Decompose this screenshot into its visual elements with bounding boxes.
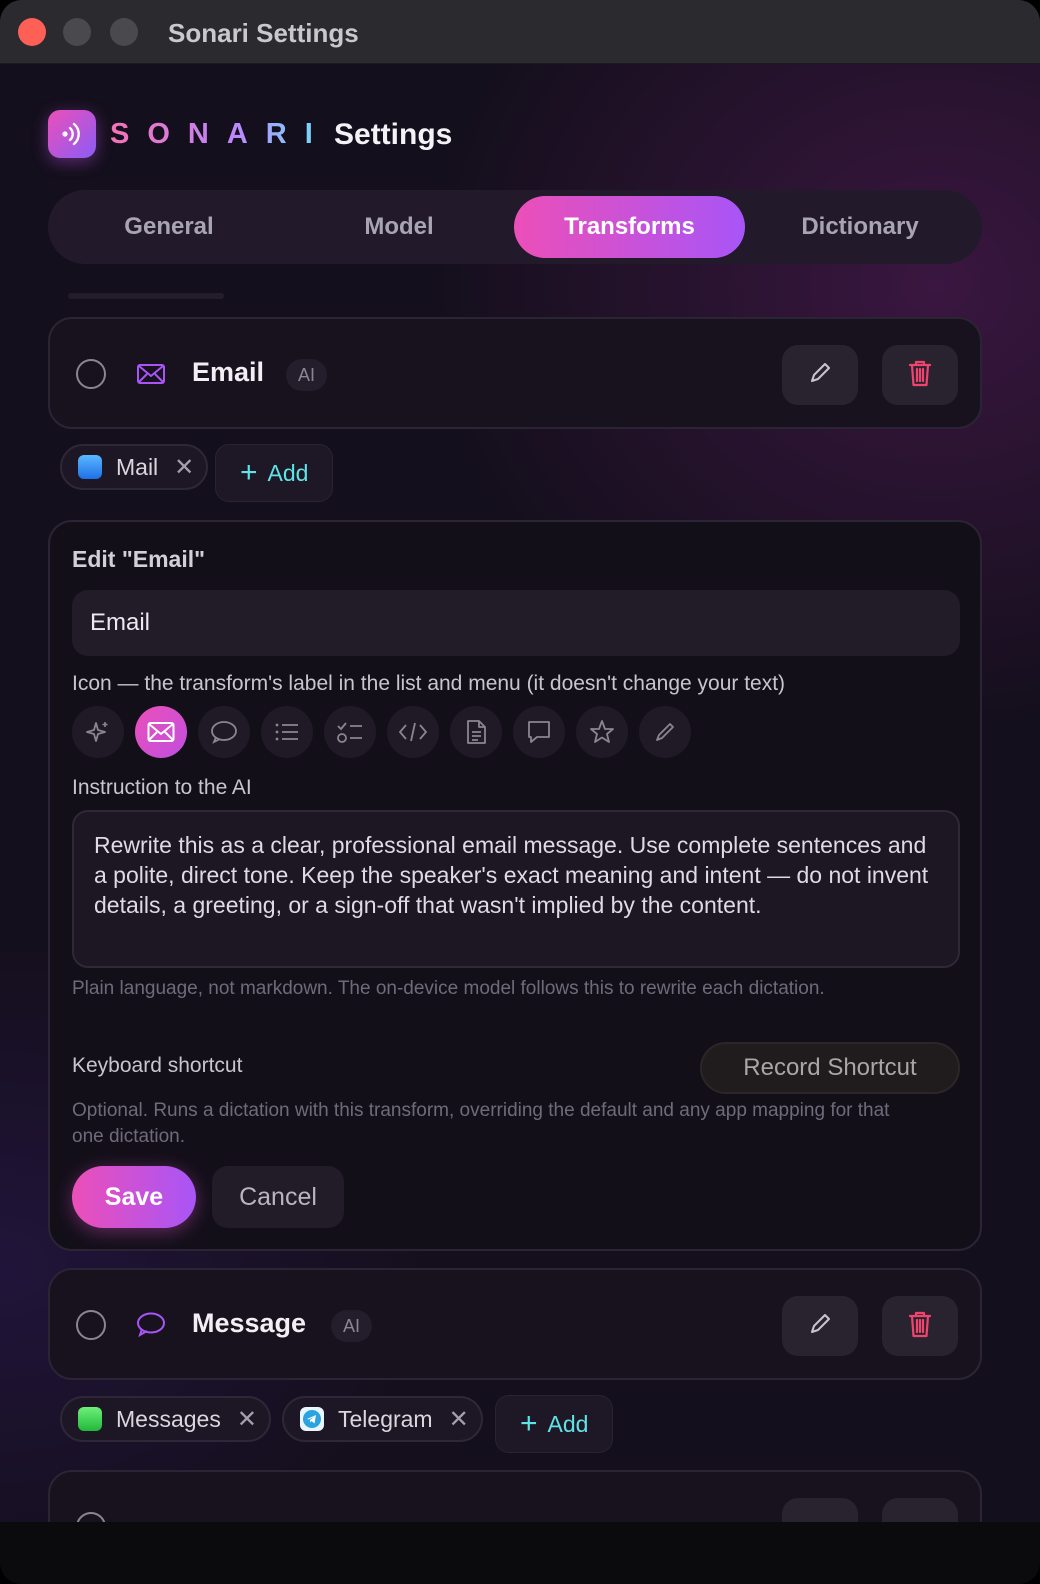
pencil-icon[interactable] — [639, 706, 691, 758]
window-title: Sonari Settings — [168, 18, 359, 48]
instruction-textarea[interactable]: Rewrite this as a clear, professional em… — [72, 810, 960, 968]
speech-bubble-icon[interactable] — [198, 706, 250, 758]
delete-transform-button[interactable] — [882, 345, 958, 405]
add-app-label: Add — [267, 459, 309, 486]
envelope-icon[interactable] — [135, 706, 187, 758]
ai-badge: AI — [331, 1310, 373, 1342]
tab-bar: General Model Transforms Dictionary — [48, 190, 982, 264]
cancel-button[interactable]: Cancel — [212, 1166, 344, 1228]
app-chip-mail: Mail ✕ — [60, 444, 209, 490]
plus-icon: + — [520, 1407, 538, 1440]
messages-app-icon — [78, 1407, 102, 1431]
instruction-hint: Plain language, not markdown. The on-dev… — [72, 978, 825, 999]
remove-app-icon[interactable]: ✕ — [237, 1405, 257, 1434]
edit-transform-button[interactable] — [782, 345, 858, 405]
plus-icon: + — [240, 456, 258, 489]
remove-app-icon[interactable]: ✕ — [174, 453, 194, 482]
icon-picker — [72, 706, 972, 760]
app-chip-telegram: Telegram ✕ — [282, 1396, 483, 1442]
sparkles-icon[interactable] — [72, 706, 124, 758]
remove-app-icon[interactable]: ✕ — [449, 1405, 469, 1434]
pencil-icon — [807, 1311, 833, 1342]
transform-editor: Edit "Email" Email Icon — the transform'… — [48, 520, 982, 1251]
transform-name-input[interactable]: Email — [72, 590, 960, 656]
mail-app-icon — [78, 455, 102, 479]
sonari-logo-icon — [48, 110, 96, 158]
app-header: SONARI Settings — [48, 110, 748, 160]
add-app-label: Add — [547, 1410, 589, 1437]
trash-icon — [906, 1309, 934, 1344]
speech-bubble-icon — [136, 1310, 166, 1340]
instruction-label: Instruction to the AI — [72, 776, 252, 799]
telegram-app-icon — [300, 1407, 324, 1431]
app-chip-label: Messages — [116, 1405, 221, 1432]
edit-transform-button[interactable] — [782, 1296, 858, 1356]
tab-dictionary[interactable]: Dictionary — [745, 196, 975, 258]
checklist-icon[interactable] — [324, 706, 376, 758]
tab-general[interactable]: General — [54, 196, 284, 258]
transform-card-email: Email AI — [48, 317, 982, 429]
minimize-window-button[interactable] — [63, 18, 91, 46]
close-window-button[interactable] — [18, 18, 46, 46]
tab-model[interactable]: Model — [284, 196, 514, 258]
add-app-button[interactable]: + Add — [495, 1395, 614, 1453]
transform-name: Message — [192, 1308, 307, 1338]
app-chip-messages: Messages ✕ — [60, 1396, 271, 1442]
list-icon[interactable] — [261, 706, 313, 758]
delete-transform-button[interactable] — [882, 1296, 958, 1356]
chat-icon[interactable] — [513, 706, 565, 758]
editor-title: Edit "Email" — [72, 546, 206, 572]
settings-window: Sonari Settings SONARI Settings General … — [0, 0, 1040, 1584]
scrolled-content-edge — [68, 293, 224, 299]
default-transform-radio[interactable] — [76, 1310, 106, 1340]
add-app-button[interactable]: + Add — [215, 444, 334, 502]
icon-label: Icon — the transform's label in the list… — [72, 672, 786, 695]
record-shortcut-button[interactable]: Record Shortcut — [700, 1042, 960, 1094]
trash-icon — [906, 358, 934, 393]
default-transform-radio[interactable] — [76, 359, 106, 389]
pencil-icon — [807, 360, 833, 391]
document-icon[interactable] — [450, 706, 502, 758]
window-bottom-edge — [0, 1522, 1040, 1584]
shortcut-hint: Optional. Runs a dictation with this tra… — [72, 1100, 890, 1147]
shortcut-label: Keyboard shortcut — [72, 1054, 243, 1077]
brand-wordmark: SONARI — [110, 118, 331, 150]
transform-card-message: Message AI — [48, 1268, 982, 1380]
save-button[interactable]: Save — [72, 1166, 196, 1228]
app-chip-label: Telegram — [338, 1405, 433, 1432]
code-icon[interactable] — [387, 706, 439, 758]
tab-transforms[interactable]: Transforms — [514, 196, 745, 258]
zoom-window-button[interactable] — [110, 18, 138, 46]
star-icon[interactable] — [576, 706, 628, 758]
page-title: Settings — [334, 118, 453, 151]
transform-name: Email — [192, 357, 265, 387]
envelope-icon — [136, 359, 166, 389]
ai-badge: AI — [286, 359, 328, 391]
title-bar: Sonari Settings — [0, 0, 1040, 64]
app-chip-label: Mail — [116, 453, 159, 480]
